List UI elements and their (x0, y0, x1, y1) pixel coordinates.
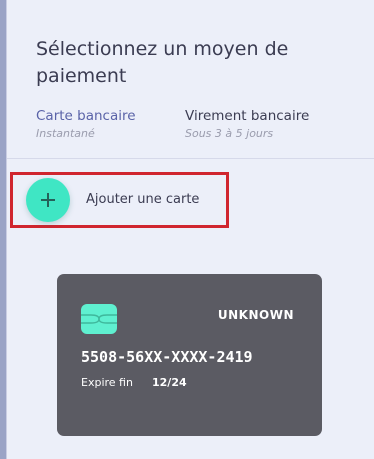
card-chip-icon (81, 304, 117, 334)
tab-label: Virement bancaire (185, 108, 310, 124)
add-card-button[interactable]: Ajouter une carte (10, 172, 229, 228)
payment-tabs: Carte bancaire Instantané Virement banca… (36, 108, 356, 159)
payment-method-panel: Sélectionnez un moyen de paiement Carte … (6, 0, 374, 459)
tab-virement-bancaire[interactable]: Virement bancaire Sous 3 à 5 jours (185, 108, 355, 140)
add-card-label: Ajouter une carte (86, 192, 200, 207)
plus-icon[interactable] (26, 178, 70, 222)
page-title: Sélectionnez un moyen de paiement (36, 38, 289, 87)
tab-sublabel: Instantané (36, 127, 95, 140)
tab-sublabel: Sous 3 à 5 jours (185, 127, 274, 140)
card-expiry-label: Expire fin (81, 376, 133, 389)
card-brand: UNKNOWN (217, 308, 294, 322)
tabs-divider (7, 158, 374, 159)
tab-label: Carte bancaire (36, 108, 136, 124)
card-expiry-value: 12/24 (152, 376, 187, 389)
card-number: 5508-56XX-XXXX-2419 (81, 348, 253, 366)
saved-card[interactable]: UNKNOWN 5508-56XX-XXXX-2419 Expire fin 1… (57, 274, 322, 436)
tab-carte-bancaire[interactable]: Carte bancaire Instantané (36, 108, 140, 159)
